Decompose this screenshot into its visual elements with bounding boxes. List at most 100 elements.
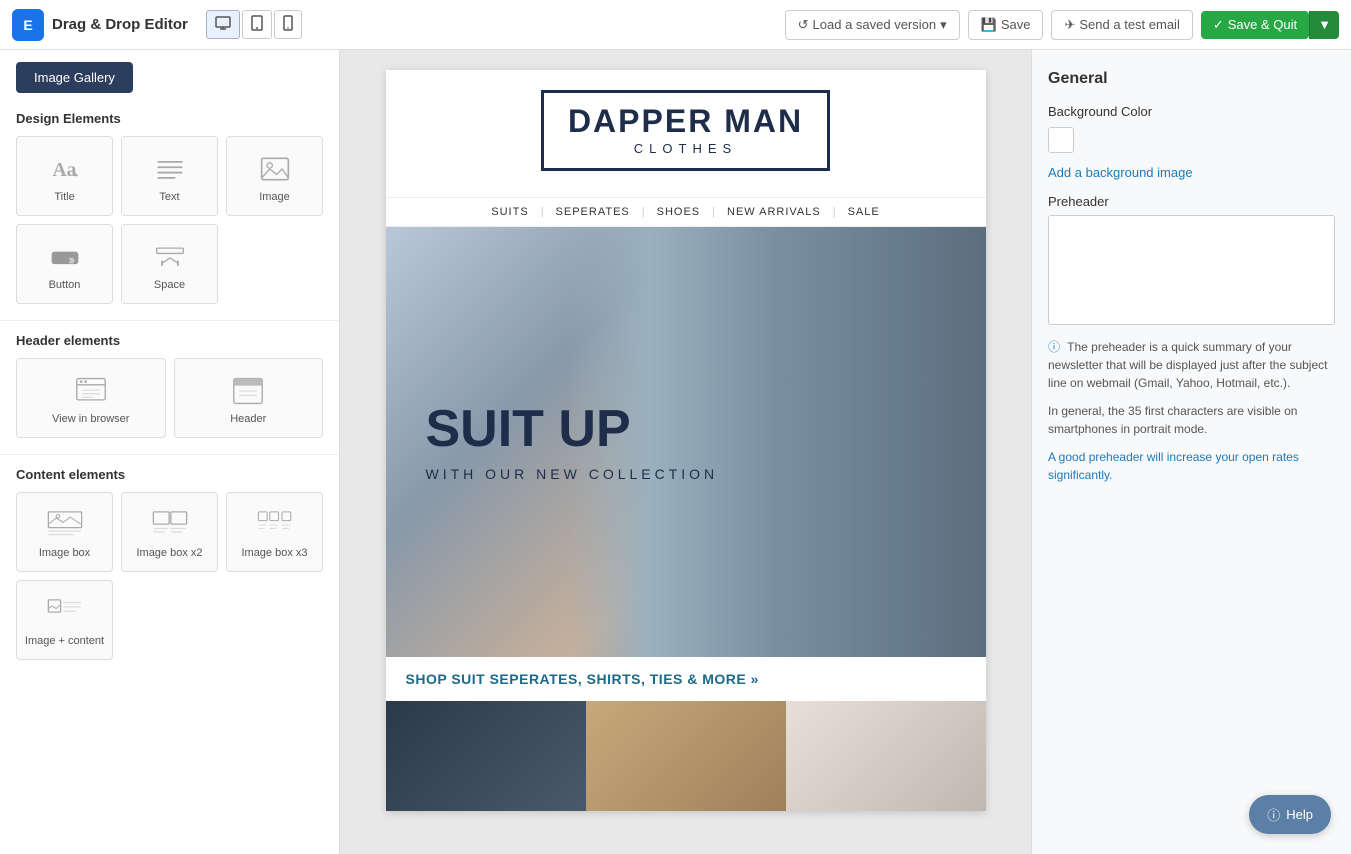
product-row — [386, 701, 986, 811]
shop-link[interactable]: SHOP SUIT SEPERATES, SHIRTS, TIES & MORE… — [406, 671, 759, 687]
image-box-x2-icon — [152, 507, 188, 543]
content-elements-grid: Image box Image box x2 Image box x3 — [0, 488, 339, 672]
preheader-info-3: A good preheader will increase your open… — [1048, 448, 1335, 484]
help-button[interactable]: ⓘ Help — [1249, 795, 1331, 834]
element-header-label: Header — [230, 413, 266, 425]
design-elements-title: Design Elements — [0, 103, 339, 132]
help-icon: ⓘ — [1267, 805, 1280, 824]
product-img-2 — [586, 701, 786, 811]
add-background-image-link[interactable]: Add a background image — [1048, 165, 1335, 180]
topbar: E Drag & Drop Editor ↺ Load a saved vers… — [0, 0, 1351, 50]
right-panel-title: General — [1048, 70, 1335, 88]
nav-sale[interactable]: SALE — [836, 206, 892, 218]
image-gallery-button[interactable]: Image Gallery — [16, 62, 133, 93]
element-view-in-browser[interactable]: View in browser — [16, 358, 166, 438]
header-elements-grid: View in browser Header — [0, 354, 339, 450]
element-text-label: Text — [159, 191, 179, 203]
email-canvas: DAPPER MAN CLOTHES SUITS | SEPERATES | S… — [386, 70, 986, 811]
background-color-label: Background Color — [1048, 104, 1335, 119]
logo-icon: E — [12, 9, 44, 41]
mobile-btn[interactable] — [274, 10, 302, 39]
preheader-info-1: ⓘ The preheader is a quick summary of yo… — [1048, 338, 1335, 392]
element-image-box[interactable]: Image box — [16, 492, 113, 572]
nav-seperates[interactable]: SEPERATES — [544, 206, 642, 218]
app-name: Drag & Drop Editor — [52, 16, 188, 33]
image-content-icon — [47, 595, 83, 631]
space-element-icon — [154, 239, 186, 275]
save-button[interactable]: 💾 Save — [968, 10, 1044, 40]
check-icon: ✓ — [1213, 17, 1224, 33]
hero-image: SUIT UP WITH OUR NEW COLLECTION — [386, 227, 986, 657]
header-elements-title: Header elements — [0, 325, 339, 354]
element-text[interactable]: Text — [121, 136, 218, 216]
shop-link-bar: SHOP SUIT SEPERATES, SHIRTS, TIES & MORE… — [386, 657, 986, 701]
hero-title: SUIT UP — [426, 402, 719, 457]
hero-subtitle: WITH OUR NEW COLLECTION — [426, 466, 719, 482]
email-header: DAPPER MAN CLOTHES — [386, 70, 986, 197]
background-color-swatch[interactable] — [1048, 127, 1074, 153]
image-element-icon — [259, 151, 291, 187]
element-image-label: Image — [259, 191, 290, 203]
info-icon: ⓘ — [1048, 340, 1060, 354]
header-element-icon — [232, 373, 264, 409]
element-title-label: Title — [54, 191, 74, 203]
preheader-label: Preheader — [1048, 194, 1335, 209]
save-icon: 💾 — [981, 17, 997, 33]
element-view-in-browser-label: View in browser — [52, 413, 129, 425]
button-element-icon — [49, 239, 81, 275]
nav-bar: SUITS | SEPERATES | SHOES | NEW ARRIVALS… — [386, 197, 986, 227]
content-elements-title: Content elements — [0, 459, 339, 488]
tablet-btn[interactable] — [242, 10, 272, 39]
element-space-label: Space — [154, 279, 185, 291]
left-panel: Image Gallery Design Elements Aa Title T… — [0, 50, 340, 854]
text-element-icon — [154, 151, 186, 187]
element-image-content[interactable]: Image + content — [16, 580, 113, 660]
brand-name: DAPPER MAN — [568, 105, 803, 137]
canvas-area[interactable]: DAPPER MAN CLOTHES SUITS | SEPERATES | S… — [340, 50, 1031, 854]
hero-text-overlay: SUIT UP WITH OUR NEW COLLECTION — [426, 402, 719, 483]
image-box-icon — [47, 507, 83, 543]
element-image[interactable]: Image — [226, 136, 323, 216]
product-img-3 — [786, 701, 986, 811]
background-color-row — [1048, 127, 1335, 153]
title-element-icon: Aa — [49, 151, 81, 187]
image-box-x3-icon — [257, 507, 293, 543]
nav-shoes[interactable]: SHOES — [645, 206, 713, 218]
send-test-button[interactable]: ✈ Send a test email — [1051, 10, 1192, 40]
load-dropdown-icon: ▾ — [940, 17, 947, 33]
element-image-box-x2-label: Image box x2 — [136, 547, 202, 559]
element-image-box-label: Image box — [39, 547, 90, 559]
right-panel: General Background Color Add a backgroun… — [1031, 50, 1351, 854]
hero-section: SUIT UP WITH OUR NEW COLLECTION — [386, 227, 986, 657]
svg-text:Aa: Aa — [52, 160, 76, 181]
main-layout: Image Gallery Design Elements Aa Title T… — [0, 50, 1351, 854]
element-image-box-x2[interactable]: Image box x2 — [121, 492, 218, 572]
load-version-button[interactable]: ↺ Load a saved version ▾ — [785, 10, 960, 40]
element-button-label: Button — [49, 279, 81, 291]
preheader-info-2: In general, the 35 first characters are … — [1048, 402, 1335, 438]
brand-logo: DAPPER MAN CLOTHES — [541, 90, 830, 171]
load-icon: ↺ — [798, 17, 809, 33]
element-image-box-x3[interactable]: Image box x3 — [226, 492, 323, 572]
topbar-actions: ↺ Load a saved version ▾ 💾 Save ✈ Send a… — [785, 10, 1339, 40]
element-button[interactable]: Button — [16, 224, 113, 304]
nav-suits[interactable]: SUITS — [479, 206, 540, 218]
dropdown-arrow-icon: ▼ — [1318, 17, 1331, 32]
save-quit-group: ✓ Save & Quit ▼ — [1201, 11, 1339, 39]
design-elements-grid: Aa Title Text Image — [0, 132, 339, 316]
send-icon: ✈ — [1064, 17, 1075, 33]
view-in-browser-icon — [75, 373, 107, 409]
brand-sub: CLOTHES — [568, 141, 803, 156]
element-header[interactable]: Header — [174, 358, 324, 438]
save-quit-dropdown-button[interactable]: ▼ — [1309, 11, 1339, 39]
element-space[interactable]: Space — [121, 224, 218, 304]
app-logo: E Drag & Drop Editor — [12, 9, 188, 41]
preheader-textarea[interactable] — [1048, 215, 1335, 325]
element-title[interactable]: Aa Title — [16, 136, 113, 216]
device-buttons — [206, 10, 302, 39]
desktop-btn[interactable] — [206, 10, 240, 39]
nav-new-arrivals[interactable]: NEW ARRIVALS — [715, 206, 833, 218]
product-img-1 — [386, 701, 586, 811]
element-image-box-x3-label: Image box x3 — [241, 547, 307, 559]
save-quit-button[interactable]: ✓ Save & Quit — [1201, 11, 1309, 39]
